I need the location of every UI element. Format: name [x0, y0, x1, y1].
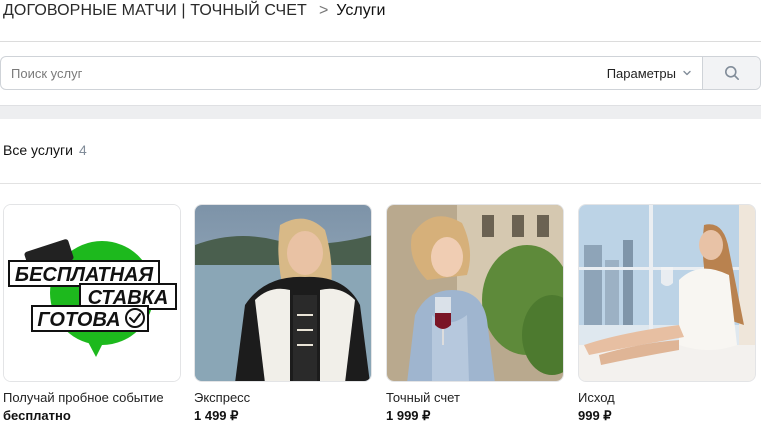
product-card[interactable]: БЕСПЛАТНАЯ СТАВКА ГОТОВА Получай пробное…	[3, 204, 181, 423]
product-thumbnail[interactable]	[386, 204, 564, 382]
section-header: Все услуги 4	[3, 142, 87, 158]
search-input[interactable]	[1, 57, 597, 89]
product-price: 1 999 ₽	[386, 408, 431, 423]
chevron-down-icon	[683, 70, 691, 76]
promo-line-3: ГОТОВА	[37, 309, 120, 331]
section-separator	[0, 105, 761, 119]
breadcrumb-group-link[interactable]: ДОГОВОРНЫЕ МАТЧИ | ТОЧНЫЙ СЧЕТ	[3, 2, 307, 20]
parameters-dropdown[interactable]: Параметры	[597, 57, 702, 89]
parameters-label: Параметры	[606, 65, 676, 81]
section-count: 4	[78, 142, 87, 158]
product-title: Экспресс	[194, 390, 251, 405]
product-thumbnail[interactable]: БЕСПЛАТНАЯ СТАВКА ГОТОВА	[3, 204, 181, 382]
product-photo-woman-wine	[387, 205, 563, 381]
product-card[interactable]: Исход 999 ₽	[578, 204, 756, 424]
product-title: Точный счет	[386, 390, 460, 405]
product-price: 1 499 ₽	[194, 408, 239, 423]
product-thumbnail[interactable]	[578, 204, 756, 382]
search-icon	[724, 66, 739, 80]
product-thumbnail[interactable]	[194, 204, 372, 382]
promo-line-1: БЕСПЛАТНАЯ	[15, 264, 154, 286]
search-bar: Параметры	[0, 56, 761, 90]
divider	[0, 41, 761, 42]
product-photo-woman-jacket	[195, 205, 371, 381]
product-title: Исход	[578, 390, 615, 405]
product-price: 999 ₽	[578, 408, 612, 423]
breadcrumb-separator: >	[318, 2, 329, 19]
product-price: бесплатно	[3, 408, 71, 423]
product-title: Получай пробное событие	[3, 390, 164, 405]
product-card[interactable]: Экспресс 1 499 ₽	[194, 204, 372, 424]
search-button[interactable]	[702, 57, 760, 89]
product-photo-woman-window	[579, 205, 755, 381]
breadcrumb: ДОГОВОРНЫЕ МАТЧИ | ТОЧНЫЙ СЧЕТ > Услуги	[3, 0, 385, 22]
free-bet-promo-image: БЕСПЛАТНАЯ СТАВКА ГОТОВА	[4, 205, 180, 381]
section-title: Все услуги	[3, 142, 73, 158]
divider	[0, 183, 761, 184]
breadcrumb-current: Услуги	[336, 2, 386, 19]
product-card[interactable]: Точный счет 1 999 ₽	[386, 204, 564, 424]
